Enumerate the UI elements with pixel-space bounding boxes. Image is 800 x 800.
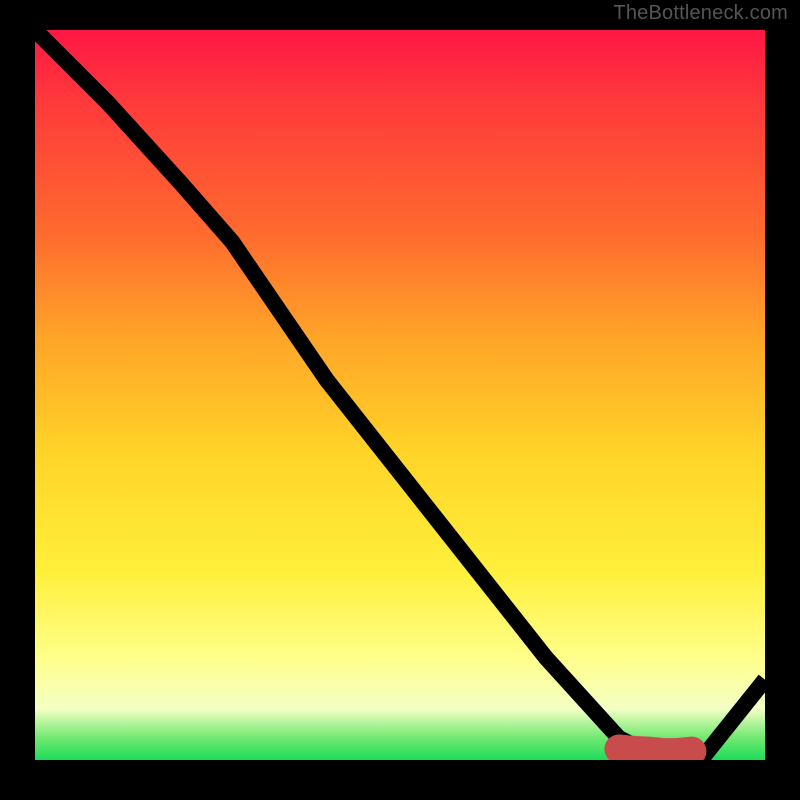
chart-frame: TheBottleneck.com <box>0 0 800 800</box>
watermark-label: TheBottleneck.com <box>613 2 788 25</box>
curve-layer <box>35 30 765 760</box>
bottleneck-curve <box>35 30 765 753</box>
optimal-range-marks <box>619 749 707 753</box>
